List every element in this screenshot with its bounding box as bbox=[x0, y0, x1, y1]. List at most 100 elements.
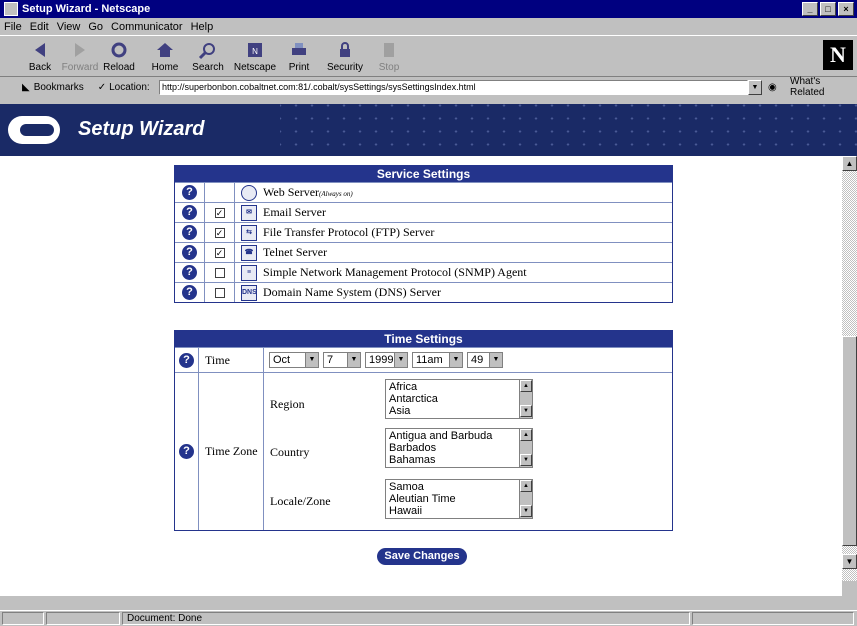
telnet-server-checkbox[interactable]: ✓ bbox=[214, 247, 225, 258]
scroll-up-icon[interactable]: ▲ bbox=[520, 480, 532, 492]
page-scrollbar[interactable]: ▲ ▼ bbox=[842, 156, 857, 596]
netscape-label: Netscape bbox=[233, 62, 277, 73]
scroll-up-icon[interactable]: ▲ bbox=[520, 429, 532, 441]
menu-help[interactable]: Help bbox=[191, 21, 214, 33]
location-icon: ✓ bbox=[97, 81, 107, 93]
service-settings-panel: Service Settings ? Web Server(Always on)… bbox=[174, 165, 673, 303]
search-icon bbox=[197, 40, 219, 60]
lock-icon bbox=[334, 40, 356, 60]
security-button[interactable]: Security bbox=[323, 40, 367, 73]
time-settings-panel: Time Settings ? Time Oct ▼ 7 ▼ 1999 ▼ 11am ▼… bbox=[174, 330, 673, 531]
bookmarks-button[interactable]: Bookmarks bbox=[34, 82, 84, 93]
menu-edit[interactable]: Edit bbox=[30, 21, 49, 33]
help-icon[interactable]: ? bbox=[182, 285, 197, 300]
scroll-thumb[interactable] bbox=[842, 336, 857, 546]
year-select[interactable]: 1999 ▼ bbox=[365, 352, 408, 368]
ftp-icon: ⇆ bbox=[241, 224, 257, 241]
snmp-icon: ≡ bbox=[241, 264, 257, 281]
progress-bar bbox=[46, 612, 120, 625]
help-icon[interactable]: ? bbox=[179, 352, 194, 368]
ftp-server-checkbox[interactable]: ✓ bbox=[214, 227, 225, 238]
print-button[interactable]: Print bbox=[277, 40, 321, 73]
minute-value: 49 bbox=[471, 354, 484, 366]
print-icon bbox=[288, 40, 310, 60]
service-row-dns: ? DNS Domain Name System (DNS) Server bbox=[175, 282, 672, 302]
scroll-up-icon[interactable]: ▲ bbox=[842, 156, 857, 171]
save-changes-button[interactable]: Save Changes bbox=[377, 548, 467, 565]
reload-button[interactable]: Reload bbox=[97, 40, 141, 73]
menu-communicator[interactable]: Communicator bbox=[111, 21, 183, 33]
snmp-agent-checkbox[interactable] bbox=[214, 267, 225, 278]
page-title: Setup Wizard bbox=[78, 118, 205, 140]
telnet-icon: ☎ bbox=[241, 244, 257, 261]
maximize-button[interactable]: □ bbox=[820, 2, 836, 16]
envelope-icon: ✉ bbox=[241, 204, 257, 221]
window-titlebar: Setup Wizard - Netscape _ □ × bbox=[0, 0, 857, 18]
list-item[interactable]: Antigua and Barbuda bbox=[389, 430, 529, 442]
list-item[interactable]: Hawaii bbox=[389, 505, 529, 517]
scroll-down-icon[interactable]: ▼ bbox=[842, 554, 857, 569]
help-icon[interactable]: ? bbox=[182, 225, 197, 240]
url-input[interactable]: http://superbonbon.cobaltnet.com:81/.cob… bbox=[159, 80, 748, 95]
home-label: Home bbox=[151, 62, 179, 73]
listbox-scrollbar[interactable]: ▲ ▼ bbox=[519, 380, 532, 418]
hour-select[interactable]: 11am ▼ bbox=[412, 352, 463, 368]
security-status-icon[interactable] bbox=[2, 612, 44, 625]
help-icon[interactable]: ? bbox=[182, 245, 197, 260]
home-button[interactable]: Home bbox=[143, 40, 187, 73]
forward-button[interactable]: Forward bbox=[58, 40, 102, 73]
help-icon[interactable]: ? bbox=[179, 444, 194, 459]
list-item[interactable]: Asia bbox=[389, 405, 529, 417]
region-label: Region bbox=[270, 397, 305, 411]
search-button[interactable]: Search bbox=[186, 40, 230, 73]
list-item[interactable]: Antarctica bbox=[389, 393, 529, 405]
locale-zone-listbox[interactable]: Samoa Aleutian Time Hawaii ▲ ▼ bbox=[385, 479, 533, 519]
scroll-down-icon[interactable]: ▼ bbox=[520, 405, 532, 417]
cobalt-logo-icon bbox=[8, 116, 60, 144]
listbox-scrollbar[interactable]: ▲ ▼ bbox=[519, 429, 532, 467]
forward-arrow-icon bbox=[69, 40, 91, 60]
menu-view[interactable]: View bbox=[57, 21, 81, 33]
list-item[interactable]: Barbados bbox=[389, 442, 529, 454]
navigation-toolbar: Back Forward Reload Home Search N Netsca… bbox=[0, 35, 857, 77]
list-item[interactable]: Samoa bbox=[389, 481, 529, 493]
listbox-scrollbar[interactable]: ▲ ▼ bbox=[519, 480, 532, 518]
service-label: Telnet Server bbox=[263, 245, 328, 259]
scroll-down-icon[interactable]: ▼ bbox=[520, 505, 532, 517]
dns-server-checkbox[interactable] bbox=[214, 287, 225, 298]
time-row: ? Time Oct ▼ 7 ▼ 1999 ▼ 11am ▼ 49 ▼ bbox=[175, 347, 672, 372]
scroll-up-icon[interactable]: ▲ bbox=[520, 380, 532, 392]
minute-select[interactable]: 49 ▼ bbox=[467, 352, 503, 368]
country-label: Country bbox=[270, 445, 310, 459]
country-listbox[interactable]: Antigua and Barbuda Barbados Bahamas ▲ ▼ bbox=[385, 428, 533, 468]
service-label: Web Server bbox=[263, 185, 320, 199]
day-select[interactable]: 7 ▼ bbox=[323, 352, 361, 368]
component-bar[interactable] bbox=[692, 612, 854, 625]
security-label: Security bbox=[326, 62, 364, 73]
menu-go[interactable]: Go bbox=[88, 21, 103, 33]
timezone-row: ? Time Zone Region Country Locale/Zone A… bbox=[175, 372, 672, 530]
service-label: File Transfer Protocol (FTP) Server bbox=[263, 225, 435, 239]
back-button[interactable]: Back bbox=[18, 40, 62, 73]
chevron-down-icon: ▼ bbox=[489, 353, 502, 367]
menu-file[interactable]: File bbox=[4, 21, 22, 33]
list-item[interactable]: Bahamas bbox=[389, 454, 529, 466]
netscape-button[interactable]: N Netscape bbox=[233, 40, 277, 73]
list-item[interactable]: Africa bbox=[389, 381, 529, 393]
help-icon[interactable]: ? bbox=[182, 185, 197, 200]
stop-button[interactable]: Stop bbox=[367, 40, 411, 73]
region-listbox[interactable]: Africa Antarctica Asia ▲ ▼ bbox=[385, 379, 533, 419]
netscape-window-icon bbox=[4, 2, 18, 16]
help-icon[interactable]: ? bbox=[182, 265, 197, 280]
month-select[interactable]: Oct ▼ bbox=[269, 352, 319, 368]
list-item[interactable]: Aleutian Time bbox=[389, 493, 529, 505]
minimize-button[interactable]: _ bbox=[802, 2, 818, 16]
email-server-checkbox[interactable]: ✓ bbox=[214, 207, 225, 218]
service-row-telnet: ? ✓ ☎ Telnet Server bbox=[175, 242, 672, 262]
url-dropdown-button[interactable]: ▼ bbox=[748, 80, 762, 95]
whats-related-button[interactable]: What's Related bbox=[790, 76, 857, 98]
help-icon[interactable]: ? bbox=[182, 205, 197, 220]
netscape-logo: N bbox=[823, 40, 853, 70]
scroll-down-icon[interactable]: ▼ bbox=[520, 454, 532, 466]
close-button[interactable]: × bbox=[838, 2, 854, 16]
